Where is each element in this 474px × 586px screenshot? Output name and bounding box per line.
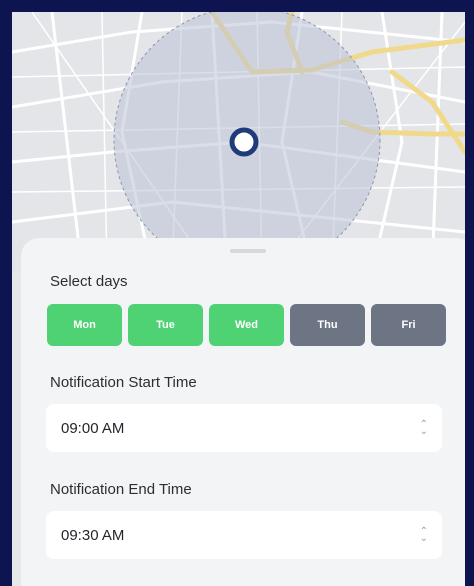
day-toggle-wed[interactable]: Wed [209,304,284,346]
chevron-up-down-icon: ⌃ ⌄ [419,419,428,437]
drag-handle[interactable] [229,249,266,253]
end-time-select[interactable]: 09:30 AM ⌃ ⌄ [46,511,442,559]
day-selector: Mon Tue Wed Thu Fri [47,304,446,346]
chevron-up-down-icon: ⌃ ⌄ [419,526,428,544]
day-toggle-thu[interactable]: Thu [290,304,365,346]
app-frame: Select days Mon Tue Wed Thu Fri Notifica… [0,0,474,586]
end-time-value: 09:30 AM [61,526,125,544]
schedule-sheet: Select days Mon Tue Wed Thu Fri Notifica… [21,238,465,586]
start-time-value: 09:00 AM [61,419,125,437]
select-days-label: Select days [50,273,128,290]
day-toggle-fri[interactable]: Fri [371,304,446,346]
day-toggle-tue[interactable]: Tue [128,304,203,346]
start-time-label: Notification Start Time [50,374,197,391]
end-time-label: Notification End Time [50,481,192,498]
start-time-select[interactable]: 09:00 AM ⌃ ⌄ [46,404,442,452]
map-view[interactable] [12,12,465,272]
location-pin-icon[interactable] [229,127,259,157]
day-toggle-mon[interactable]: Mon [47,304,122,346]
